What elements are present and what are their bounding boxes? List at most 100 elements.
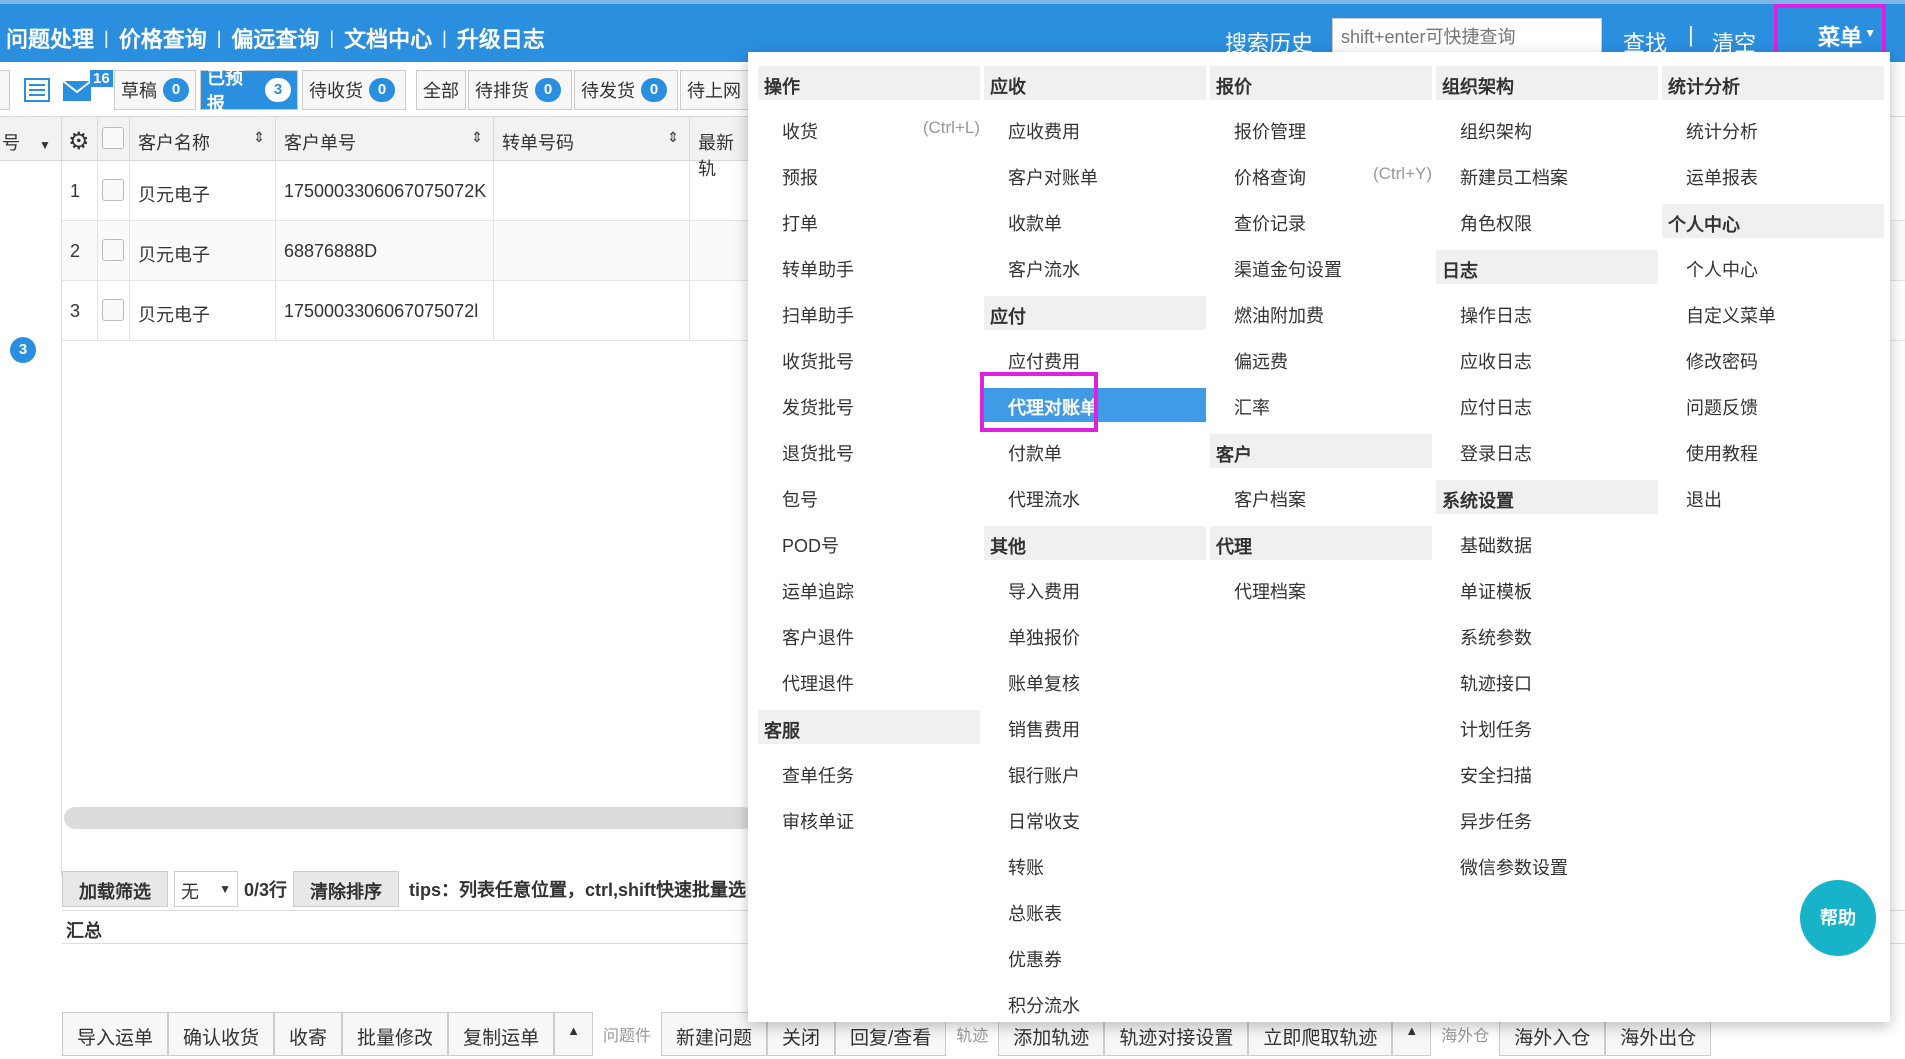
menu-item[interactable]: 运单报表: [1662, 158, 1884, 192]
menu-item[interactable]: 银行账户: [984, 756, 1206, 790]
select-all-checkbox[interactable]: [102, 127, 124, 149]
nav-changelog[interactable]: 升级日志: [457, 22, 545, 54]
nav-problem[interactable]: 问题处理: [6, 22, 94, 54]
menu-item[interactable]: 查价记录: [1210, 204, 1432, 238]
nav-docs[interactable]: 文档中心: [344, 22, 432, 54]
gear-icon[interactable]: ⚙: [68, 128, 90, 155]
menu-item[interactable]: 问题反馈: [1662, 388, 1884, 422]
menu-item[interactable]: 客户流水: [984, 250, 1206, 284]
mail-icon[interactable]: [62, 80, 92, 107]
tab-pending-ship[interactable]: 待发货 0: [574, 70, 678, 110]
tab-draft[interactable]: 草稿 0: [114, 70, 196, 110]
nav-remote-query[interactable]: 偏远查询: [231, 22, 319, 54]
menu-item[interactable]: 积分流水: [984, 986, 1206, 1020]
tab-pending-receive[interactable]: 待收货 0: [302, 70, 406, 110]
menu-item[interactable]: 系统参数: [1436, 618, 1658, 652]
menu-item[interactable]: 发货批号: [758, 388, 980, 422]
import-waybill-button[interactable]: 导入运单: [62, 1012, 169, 1056]
menu-item[interactable]: 转账: [984, 848, 1206, 882]
menu-item[interactable]: 收货批号: [758, 342, 980, 376]
tab-pending-arrange[interactable]: 待排货 0: [468, 70, 572, 110]
checkbox-edge[interactable]: [0, 70, 10, 110]
menu-item[interactable]: 基础数据: [1436, 526, 1658, 560]
tab-pending-online[interactable]: 待上网: [680, 70, 752, 110]
menu-item[interactable]: 微信参数设置: [1436, 848, 1658, 882]
column-header-order[interactable]: 客户单号 ⇕: [276, 117, 494, 161]
clear-sort-button[interactable]: 清除排序: [293, 871, 400, 907]
menu-item[interactable]: 偏远费: [1210, 342, 1432, 376]
settings-column[interactable]: ⚙: [62, 117, 98, 161]
row-checkbox-cell[interactable]: [98, 281, 130, 341]
horizontal-scrollbar[interactable]: [64, 807, 754, 829]
menu-item[interactable]: 轨迹接口: [1436, 664, 1658, 698]
menu-item[interactable]: 包号: [758, 480, 980, 514]
menu-item[interactable]: 客户退件: [758, 618, 980, 652]
menu-item[interactable]: 扫单助手: [758, 296, 980, 330]
menu-item[interactable]: 预报: [758, 158, 980, 192]
menu-item[interactable]: 燃油附加费: [1210, 296, 1432, 330]
menu-item[interactable]: 销售费用: [984, 710, 1206, 744]
mail-send-button[interactable]: 收寄: [274, 1012, 343, 1056]
sort-icon[interactable]: ⇕: [471, 129, 483, 146]
menu-item[interactable]: 报价管理: [1210, 112, 1432, 146]
menu-item[interactable]: 日常收支: [984, 802, 1206, 836]
menu-item[interactable]: 汇率: [1210, 388, 1432, 422]
column-header-latest[interactable]: 最新轨: [690, 117, 750, 179]
column-header-transfer[interactable]: 转单号码 ⇕: [494, 117, 690, 161]
load-filter-button[interactable]: 加载筛选: [62, 871, 168, 907]
menu-item[interactable]: 操作日志: [1436, 296, 1658, 330]
menu-item[interactable]: 客户对账单: [984, 158, 1206, 192]
sort-icon[interactable]: ⇕: [253, 129, 265, 146]
menu-item[interactable]: 组织架构: [1436, 112, 1658, 146]
menu-item[interactable]: 总账表: [984, 894, 1206, 928]
sort-icon[interactable]: ⇕: [667, 129, 679, 146]
menu-item[interactable]: 账单复核: [984, 664, 1206, 698]
tab-all[interactable]: 全部: [416, 70, 466, 110]
menu-item[interactable]: 计划任务: [1436, 710, 1658, 744]
menu-item[interactable]: 价格查询 (Ctrl+Y): [1210, 158, 1432, 192]
menu-item[interactable]: 应收日志: [1436, 342, 1658, 376]
menu-item[interactable]: 收货 (Ctrl+L): [758, 112, 980, 146]
chevron-up-icon[interactable]: ▲: [554, 1012, 593, 1056]
column-header-customer[interactable]: 客户名称 ⇕: [130, 117, 276, 161]
menu-item[interactable]: 审核单证: [758, 802, 980, 836]
menu-item[interactable]: 退出: [1662, 480, 1884, 514]
menu-item[interactable]: 退货批号: [758, 434, 980, 468]
menu-item[interactable]: 角色权限: [1436, 204, 1658, 238]
menu-item[interactable]: 异步任务: [1436, 802, 1658, 836]
batch-edit-button[interactable]: 批量修改: [342, 1012, 449, 1056]
tab-forecast[interactable]: 已预报 3: [200, 68, 298, 114]
nav-price-query[interactable]: 价格查询: [119, 22, 207, 54]
search-input[interactable]: [1332, 18, 1602, 56]
menu-item[interactable]: 代理档案: [1210, 572, 1432, 606]
menu-item[interactable]: 修改密码: [1662, 342, 1884, 376]
confirm-receive-button[interactable]: 确认收货: [168, 1012, 275, 1056]
menu-item[interactable]: 代理流水: [984, 480, 1206, 514]
copy-waybill-button[interactable]: 复制运单: [448, 1012, 555, 1056]
menu-item[interactable]: 应付费用: [984, 342, 1206, 376]
menu-item[interactable]: 登录日志: [1436, 434, 1658, 468]
menu-item[interactable]: 个人中心: [1662, 250, 1884, 284]
filter-select[interactable]: 无 ▼: [174, 871, 238, 907]
row-checkbox-cell[interactable]: [98, 161, 130, 221]
menu-item[interactable]: 单证模板: [1436, 572, 1658, 606]
menu-item[interactable]: 优惠券: [984, 940, 1206, 974]
menu-item[interactable]: 客户档案: [1210, 480, 1432, 514]
menu-item[interactable]: 应收费用: [984, 112, 1206, 146]
column-header-no[interactable]: 号 ▼: [0, 117, 62, 161]
menu-item[interactable]: 付款单: [984, 434, 1206, 468]
menu-item[interactable]: POD号: [758, 526, 980, 560]
menu-item[interactable]: 收款单: [984, 204, 1206, 238]
menu-item[interactable]: 应付日志: [1436, 388, 1658, 422]
menu-item[interactable]: 单独报价: [984, 618, 1206, 652]
menu-item[interactable]: 导入费用: [984, 572, 1206, 606]
row-checkbox-cell[interactable]: [98, 221, 130, 281]
select-all-header[interactable]: [98, 117, 130, 161]
row-checkbox[interactable]: [102, 239, 124, 261]
menu-item[interactable]: 自定义菜单: [1662, 296, 1884, 330]
menu-item[interactable]: 打单: [758, 204, 980, 238]
menu-item[interactable]: 转单助手: [758, 250, 980, 284]
row-checkbox[interactable]: [102, 299, 124, 321]
row-checkbox[interactable]: [102, 179, 124, 201]
chevron-down-icon[interactable]: ▼: [39, 138, 51, 152]
